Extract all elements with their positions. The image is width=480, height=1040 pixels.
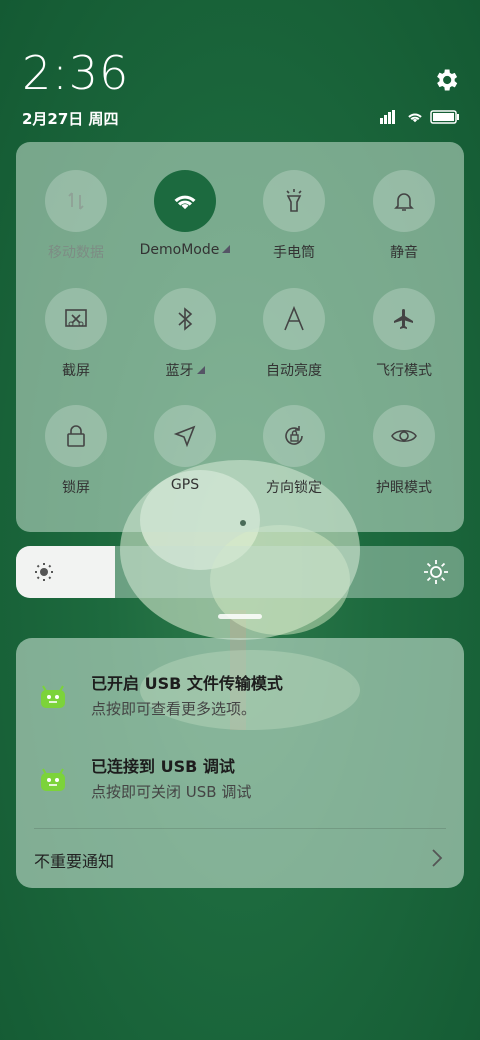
tile-label-text: 蓝牙: [165, 363, 194, 379]
eye-icon: [373, 405, 435, 467]
notification-subtitle: 点按即可查看更多选项。: [91, 700, 257, 718]
gps-icon: [154, 405, 216, 467]
tile-label-text: DemoMode: [139, 242, 220, 258]
tile-label: DemoMode: [135, 242, 235, 258]
tile-bluetooth[interactable]: 蓝牙: [135, 288, 235, 380]
mobile-data-icon: [45, 170, 107, 232]
tile-label: 截屏: [62, 363, 90, 379]
bluetooth-icon: [154, 288, 216, 350]
tile-rotation-lock[interactable]: 方向锁定: [244, 405, 344, 497]
battery-icon: [430, 110, 459, 124]
tile-auto-brightness[interactable]: 自动亮度: [244, 288, 344, 380]
notification-title: 已连接到 USB 调试: [91, 757, 235, 776]
date-label: 2月27日 周四: [22, 110, 119, 128]
expand-triangle-icon: [196, 366, 205, 374]
bell-icon: [373, 170, 435, 232]
tile-flashlight[interactable]: 手电筒: [244, 170, 344, 262]
brightness-slider[interactable]: [16, 546, 464, 598]
tile-label: 方向锁定: [266, 480, 322, 496]
tile-label: 飞行模式: [376, 363, 432, 379]
notification-usb-debugging[interactable]: 已连接到 USB 调试 点按即可关闭 USB 调试: [16, 753, 464, 813]
airplane-icon: [373, 288, 435, 350]
brightness-high-icon: [424, 560, 448, 584]
tile-wifi[interactable]: DemoMode: [135, 170, 235, 258]
tile-silent[interactable]: 静音: [354, 170, 454, 262]
auto-brightness-icon: [263, 288, 325, 350]
tile-label: 移动数据: [48, 245, 104, 261]
tile-label: 锁屏: [62, 480, 90, 496]
signal-icon: [380, 110, 395, 124]
notification-title: 已开启 USB 文件传输模式: [91, 674, 283, 693]
notification-subtitle: 点按即可关闭 USB 调试: [91, 783, 252, 801]
flashlight-icon: [263, 170, 325, 232]
android-usb-icon: [41, 768, 65, 791]
clock: 2:36: [22, 46, 130, 100]
tile-mobile-data[interactable]: 移动数据: [26, 170, 126, 262]
tile-screenshot[interactable]: 截屏: [26, 288, 126, 380]
divider: [34, 828, 446, 829]
tile-label: GPS: [170, 477, 200, 493]
brightness-fill: [16, 546, 115, 598]
tile-gps[interactable]: GPS: [135, 405, 235, 493]
quick-settings-panel: 移动数据 DemoMode 手电筒 静音 截屏 蓝牙 自动亮度 飞行模式 锁屏 …: [16, 142, 464, 532]
wifi-status-icon: [408, 113, 422, 123]
tile-label: 护眼模式: [376, 480, 432, 496]
tile-lock-screen[interactable]: 锁屏: [26, 405, 126, 497]
notification-usb-file-transfer[interactable]: 已开启 USB 文件传输模式 点按即可查看更多选项。: [16, 670, 464, 730]
brightness-low-icon: [35, 563, 53, 581]
chevron-right-icon[interactable]: [430, 848, 444, 868]
notification-card: 已开启 USB 文件传输模式 点按即可查看更多选项。 已连接到 USB 调试 点…: [16, 638, 464, 888]
page-indicator: [240, 520, 246, 526]
tile-label: 蓝牙: [135, 360, 235, 380]
system-status-icons: [380, 108, 464, 126]
lock-icon: [45, 405, 107, 467]
panel-drag-handle[interactable]: [218, 614, 262, 619]
android-usb-icon: [41, 685, 65, 708]
unimportant-notifications-link[interactable]: 不重要通知: [34, 848, 114, 872]
gear-icon[interactable]: [432, 66, 460, 94]
tile-label: 自动亮度: [266, 363, 322, 379]
tile-eye-care[interactable]: 护眼模式: [354, 405, 454, 497]
screenshot-icon: [45, 288, 107, 350]
tile-airplane[interactable]: 飞行模式: [354, 288, 454, 380]
tile-label: 手电筒: [273, 245, 315, 261]
expand-triangle-icon: [222, 245, 231, 253]
rotation-lock-icon: [263, 405, 325, 467]
wifi-icon: [154, 170, 216, 232]
tile-label: 静音: [390, 245, 418, 261]
